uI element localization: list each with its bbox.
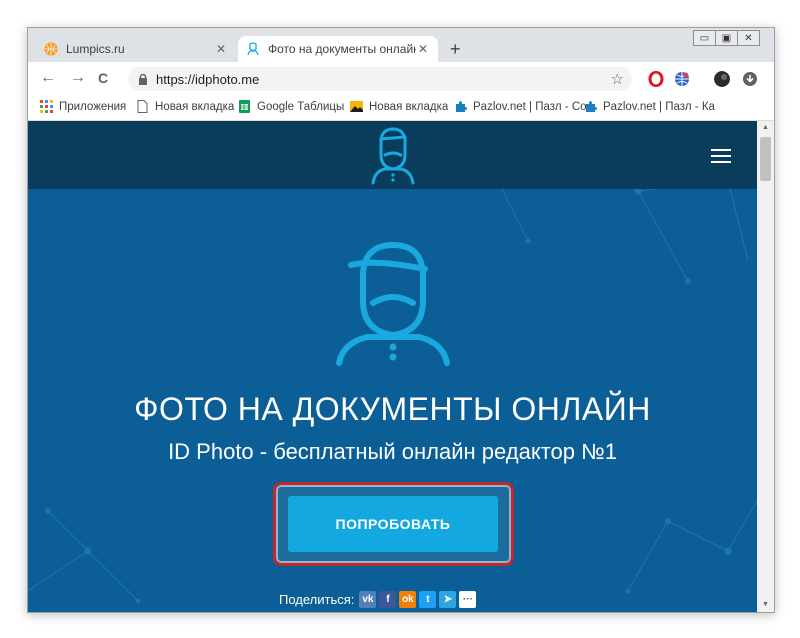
address-bar[interactable]: https://idphoto.me ☆	[128, 67, 632, 91]
puzzle-icon	[456, 101, 467, 112]
bookmarks-bar: Приложения Новая вкладка Google Таблицы …	[28, 96, 774, 121]
maximize-button[interactable]: ▣	[715, 30, 738, 46]
bookmark-pazlov-2[interactable]: Pazlov.net | Пазл - Ка	[584, 100, 715, 113]
scroll-thumb[interactable]	[760, 137, 771, 181]
bookmark-label: Pazlov.net | Пазл - Со	[473, 100, 587, 113]
twitter-icon[interactable]: t	[419, 591, 437, 608]
tab-lumpics[interactable]: Lumpics.ru ✕	[36, 36, 236, 62]
bookmark-apps[interactable]: Приложения	[40, 100, 126, 113]
lock-icon	[139, 73, 147, 85]
tab-strip: Lumpics.ru ✕ Фото на документы онлайн: п…	[28, 28, 774, 62]
window-controls: ▭ ▣ ✕	[693, 30, 760, 46]
bookmark-label: Новая вкладка	[155, 100, 235, 113]
tab-title: Фото на документы онлайн: паспо	[268, 42, 416, 56]
share-bar: Поделиться: vk f ok t ➤ ···	[279, 591, 479, 608]
scroll-down-icon[interactable]: ▼	[757, 598, 774, 612]
scroll-up-icon[interactable]: ▲	[757, 121, 774, 135]
facebook-icon[interactable]: f	[379, 591, 397, 608]
bookmark-label: Приложения	[59, 100, 127, 113]
download-icon[interactable]	[742, 71, 758, 87]
bookmark-label: Новая вкладка	[369, 100, 449, 113]
bookmark-pazlov-1[interactable]: Pazlov.net | Пазл - Со	[454, 100, 587, 113]
globe-icon[interactable]	[674, 71, 690, 87]
bookmark-google-sheets[interactable]: Google Таблицы	[238, 100, 344, 113]
opera-icon[interactable]	[648, 71, 664, 87]
scrollbar[interactable]: ▲ ▼	[757, 121, 774, 612]
browser-toolbar: ← → C https://idphoto.me ☆	[28, 62, 774, 96]
avatar[interactable]	[714, 71, 730, 87]
url-text: https://idphoto.me	[156, 71, 260, 87]
page-icon	[137, 100, 148, 113]
tab-close-icon[interactable]: ✕	[416, 42, 430, 56]
page-subtitle: ID Photo - бесплатный онлайн редактор №1	[168, 439, 617, 464]
idphoto-icon	[247, 42, 259, 56]
telegram-icon[interactable]: ➤	[439, 591, 457, 608]
tab-idphoto[interactable]: Фото на документы онлайн: паспо ✕	[238, 36, 438, 62]
bookmark-label: Pazlov.net | Пазл - Ка	[603, 100, 715, 113]
idphoto-hero-icon	[336, 242, 450, 366]
vk-icon[interactable]: vk	[359, 591, 377, 608]
minimize-button[interactable]: ▭	[693, 30, 716, 46]
bookmark-new-tab-2[interactable]: Новая вкладка	[350, 100, 448, 113]
bookmark-new-tab[interactable]: Новая вкладка	[136, 100, 234, 113]
bookmark-label: Google Таблицы	[257, 100, 345, 113]
close-window-button[interactable]: ✕	[737, 30, 760, 46]
reload-button[interactable]: C	[98, 70, 108, 86]
apps-grid-icon	[40, 100, 53, 113]
tab-close-icon[interactable]: ✕	[214, 42, 228, 56]
forward-button[interactable]: →	[70, 69, 86, 87]
back-button[interactable]: ←	[40, 69, 56, 87]
odnoklassniki-icon[interactable]: ok	[399, 591, 417, 608]
bookmark-star-icon[interactable]: ☆	[611, 70, 624, 88]
site-header	[28, 121, 757, 189]
image-icon	[350, 101, 363, 112]
browser-window: Lumpics.ru ✕ Фото на документы онлайн: п…	[27, 27, 775, 613]
page-viewport: ФОТО НА ДОКУМЕНТЫ ОНЛАЙН ID Photo - бесп…	[28, 121, 757, 612]
more-icon[interactable]: ···	[459, 591, 477, 608]
google-sheets-icon	[239, 100, 250, 113]
tab-title: Lumpics.ru	[66, 42, 125, 56]
new-tab-button[interactable]: +	[450, 39, 461, 60]
menu-icon[interactable]	[711, 149, 731, 167]
site-logo-icon[interactable]	[371, 125, 415, 185]
orange-ball-icon	[44, 42, 58, 56]
share-label: Поделиться:	[279, 592, 355, 607]
page-title: ФОТО НА ДОКУМЕНТЫ ОНЛАЙН	[134, 391, 651, 427]
try-button[interactable]: ПОПРОБОВАТЬ	[288, 496, 498, 552]
puzzle-icon	[586, 101, 597, 112]
